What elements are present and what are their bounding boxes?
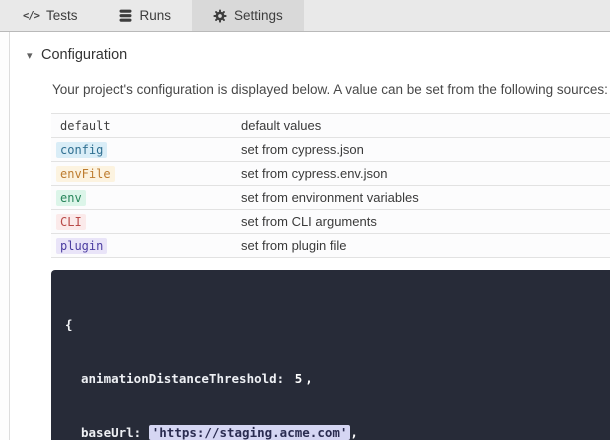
configuration-title: Configuration <box>41 47 127 63</box>
configuration-section-header[interactable]: ▾ Configuration <box>27 47 610 63</box>
database-icon <box>119 9 132 23</box>
code-icon: </> <box>23 10 39 22</box>
table-row-config: config set from cypress.json <box>51 138 610 162</box>
tabbar: </> Tests Runs Sett <box>0 0 610 32</box>
gear-icon <box>213 9 227 23</box>
settings-page: ▾ Configuration Your project's configura… <box>0 32 610 440</box>
config-code-block: { animationDistanceThreshold: 5, baseUrl… <box>51 270 610 440</box>
table-row-envfile: envFile set from cypress.env.json <box>51 162 610 186</box>
code-line: animationDistanceThreshold: 5, <box>65 370 596 388</box>
source-desc-cli: set from CLI arguments <box>241 214 377 229</box>
source-desc-default: default values <box>241 118 321 133</box>
tab-runs-label: Runs <box>139 8 171 23</box>
code-line: baseUrl: 'https://staging.acme.com', <box>65 424 596 440</box>
source-name-config: config <box>56 142 107 158</box>
source-name-envfile: envFile <box>56 166 115 182</box>
tab-runs[interactable]: Runs <box>98 0 192 31</box>
source-name-env: env <box>56 190 86 206</box>
code-line: { <box>65 316 596 334</box>
tab-tests[interactable]: </> Tests <box>2 0 98 31</box>
source-desc-plugin: set from plugin file <box>241 238 347 253</box>
source-desc-envfile: set from cypress.env.json <box>241 166 387 181</box>
configuration-description: Your project's configuration is displaye… <box>52 82 610 97</box>
table-row-default: default default values <box>51 114 610 138</box>
settings-content: ▾ Configuration Your project's configura… <box>10 32 610 440</box>
tab-tests-label: Tests <box>46 8 78 23</box>
table-row-cli: CLI set from CLI arguments <box>51 210 610 234</box>
source-desc-env: set from environment variables <box>241 190 419 205</box>
source-desc-config: set from cypress.json <box>241 142 364 157</box>
left-rail <box>0 32 10 440</box>
config-sources-table: default default values config set from c… <box>51 113 610 258</box>
source-name-plugin: plugin <box>56 238 107 254</box>
source-name-default: default <box>56 118 115 134</box>
table-row-env: env set from environment variables <box>51 186 610 210</box>
tab-settings-label: Settings <box>234 8 283 23</box>
table-row-plugin: plugin set from plugin file <box>51 234 610 258</box>
caret-down-icon: ▾ <box>27 49 41 62</box>
source-name-cli: CLI <box>56 214 86 230</box>
tab-settings[interactable]: Settings <box>192 0 304 31</box>
